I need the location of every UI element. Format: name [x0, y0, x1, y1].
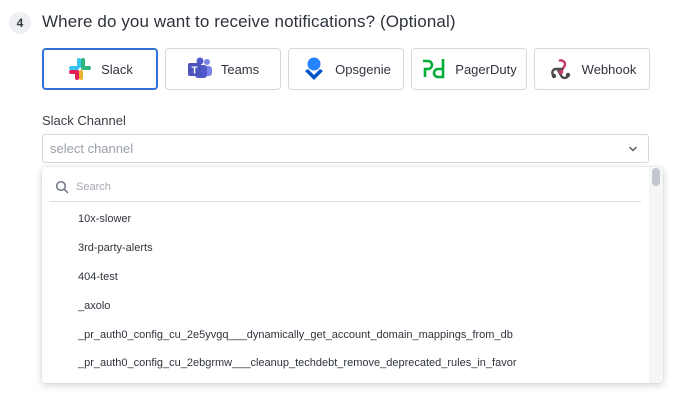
scrollbar-thumb[interactable]: [652, 168, 660, 186]
channel-option-list: 10x-slower 3rd-party-alerts 404-test _ax…: [42, 205, 647, 378]
svg-text:T: T: [191, 66, 197, 77]
provider-webhook-button[interactable]: Webhook: [534, 48, 650, 90]
webhook-icon: [548, 56, 574, 82]
channel-dropdown-menu: 10x-slower 3rd-party-alerts 404-test _ax…: [42, 167, 663, 383]
teams-icon: T: [187, 56, 213, 82]
provider-slack-button[interactable]: Slack: [42, 48, 158, 90]
search-icon: [55, 180, 69, 193]
provider-label: Slack: [101, 61, 133, 77]
section-title: Where do you want to receive notificatio…: [42, 12, 456, 31]
channel-search-row: [49, 172, 641, 202]
channel-option[interactable]: 404-test: [42, 263, 647, 292]
provider-label: Webhook: [581, 61, 637, 77]
channel-option[interactable]: 3rd-party-alerts: [42, 234, 647, 263]
provider-teams-button[interactable]: T Teams: [165, 48, 281, 90]
slack-channel-select[interactable]: select channel: [42, 134, 649, 163]
provider-label: Teams: [220, 61, 260, 77]
provider-opsgenie-button[interactable]: Opsgenie: [288, 48, 404, 90]
opsgenie-icon: [301, 56, 327, 82]
channel-option[interactable]: 10x-slower: [42, 205, 647, 234]
provider-label: Opsgenie: [335, 61, 391, 77]
step-number-badge: 4: [9, 12, 31, 34]
slack-channel-label: Slack Channel: [42, 113, 126, 128]
pagerduty-icon: [421, 56, 447, 82]
channel-option[interactable]: _pr_auth0_config_cu_2e5yvgq___dynamicall…: [42, 320, 647, 349]
slack-icon: [67, 56, 93, 82]
notification-provider-list: Slack T Teams Opsgenie PagerDuty Webhook: [42, 48, 650, 90]
provider-pagerduty-button[interactable]: PagerDuty: [411, 48, 527, 90]
channel-option[interactable]: _pr_auth0_config_cu_2ebgrmw___cleanup_te…: [42, 349, 647, 378]
provider-label: PagerDuty: [455, 61, 517, 77]
chevron-down-icon: [629, 146, 637, 152]
channel-search-input[interactable]: [76, 180, 616, 193]
select-placeholder: select channel: [50, 141, 134, 156]
channel-option[interactable]: _axolo: [42, 291, 647, 320]
dropdown-scrollbar[interactable]: [649, 167, 663, 383]
